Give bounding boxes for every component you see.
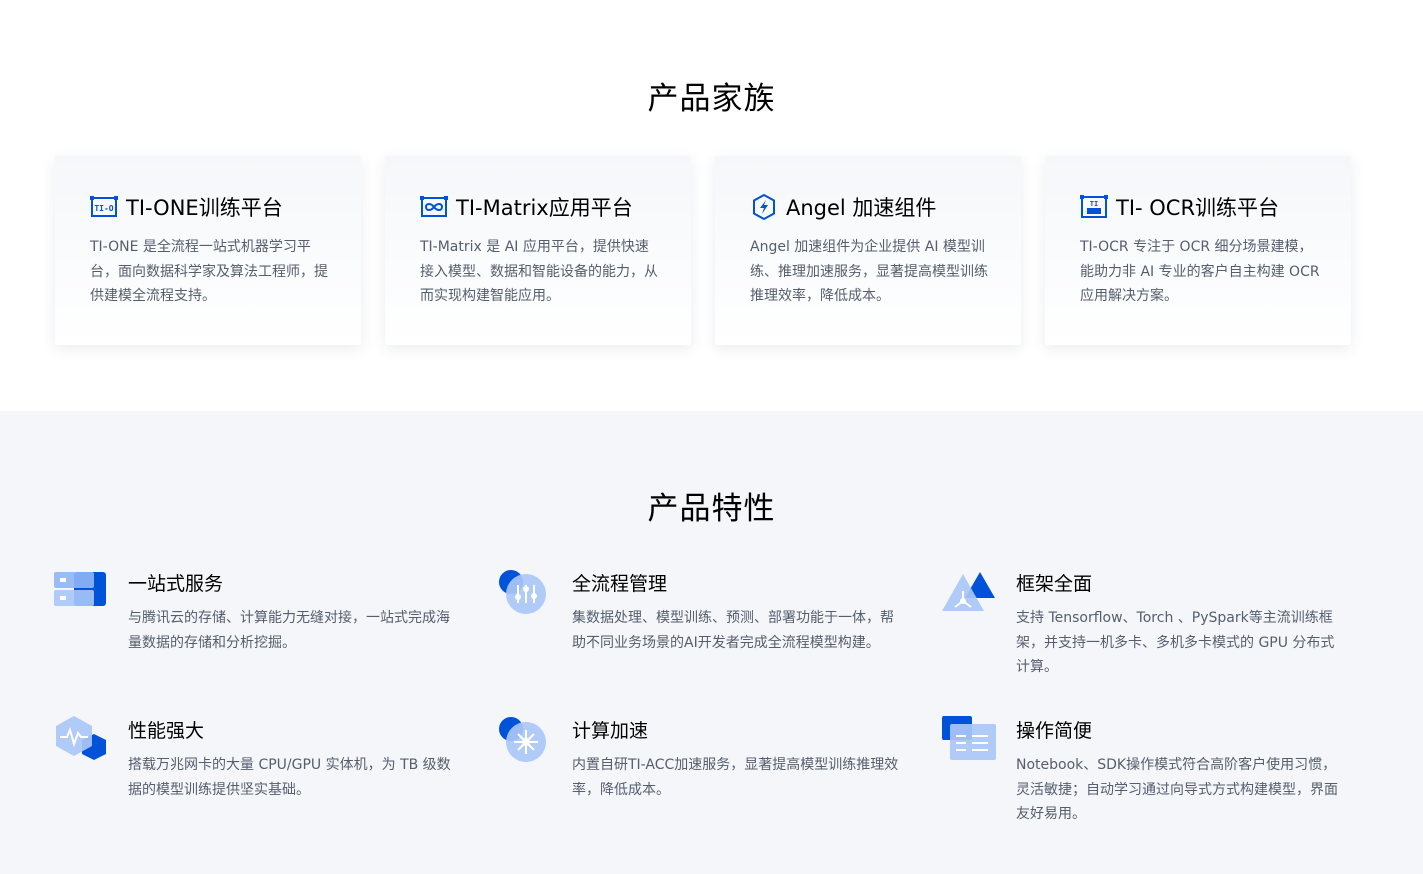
feature-description: 支持 Tensorflow、Torch 、PySpark等主流训练框架，并支持一… (1016, 610, 1335, 675)
feature-title: 操作简便 (1016, 720, 1093, 742)
card-description: TI-Matrix 是 AI 应用平台，提供快速接入模型、数据和智能设备的能力，… (420, 239, 658, 304)
feature-title: 框架全面 (1016, 573, 1093, 595)
ti-ocr-logo-icon: TI (1080, 193, 1108, 221)
card-header: TI TI- OCR训练平台 (1080, 193, 1279, 221)
feature-description: 搭载万兆网卡的大量 CPU/GPU 实体机，为 TB 级数据的模型训练提供坚实基… (128, 757, 451, 798)
card-title: Angel 加速组件 (786, 196, 937, 220)
svg-text:TI: TI (1090, 200, 1098, 208)
feature-description: 集数据处理、模型训练、预测、部署功能于一体，帮助不同业务场景的AI开发者完成全流… (572, 610, 894, 651)
card-description: TI-ONE 是全流程一站式机器学习平台，面向数据科学家及算法工程师，提供建模全… (90, 239, 328, 304)
ti-matrix-logo-icon (420, 193, 448, 221)
ti-one-logo-icon: TI-O (90, 193, 118, 221)
product-card-ti-ocr[interactable]: TI TI- OCR训练平台 TI-OCR 专注于 OCR 细分场景建模，能助力… (1045, 156, 1351, 345)
angel-lightning-shield-icon (750, 193, 778, 221)
product-card-angel[interactable]: Angel 加速组件 Angel 加速组件为企业提供 AI 模型训练、推理加速服… (715, 156, 1021, 345)
performance-icon (54, 716, 110, 766)
one-stop-service-icon (54, 569, 110, 619)
product-family-section: 产品家族 TI-O TI-ONE训练平台 TI-ONE 是全流程一站式机器学习平… (0, 0, 1423, 411)
process-management-icon (498, 569, 554, 619)
card-header: TI-O TI-ONE训练平台 (90, 193, 283, 221)
product-card-ti-matrix[interactable]: TI-Matrix应用平台 TI-Matrix 是 AI 应用平台，提供快速接入… (385, 156, 691, 345)
product-family-title: 产品家族 (647, 81, 776, 117)
product-card-ti-one[interactable]: TI-O TI-ONE训练平台 TI-ONE 是全流程一站式机器学习平台，面向数… (55, 156, 361, 345)
card-header: Angel 加速组件 (750, 193, 936, 221)
framework-icon (942, 569, 998, 619)
easy-operation-icon (942, 716, 998, 766)
feature-title: 计算加速 (572, 720, 649, 742)
feature-title: 全流程管理 (572, 573, 668, 595)
feature-description: Notebook、SDK操作模式符合高阶客户使用习惯，灵活敏捷；自动学习通过向导… (1016, 757, 1338, 822)
compute-acceleration-icon (498, 716, 554, 766)
feature-title: 性能强大 (128, 720, 205, 742)
feature-description: 内置自研TI-ACC加速服务，显著提高模型训练推理效率，降低成本。 (572, 757, 899, 798)
feature-title: 一站式服务 (128, 573, 224, 595)
product-features-title: 产品特性 (647, 491, 776, 527)
card-header: TI-Matrix应用平台 (420, 193, 633, 221)
card-title: TI- OCR训练平台 (1116, 196, 1280, 220)
card-description: Angel 加速组件为企业提供 AI 模型训练、推理加速服务，显著提高模型训练推… (750, 239, 988, 304)
card-title: TI-ONE训练平台 (126, 196, 283, 220)
card-title: TI-Matrix应用平台 (456, 196, 633, 220)
svg-text:TI-O: TI-O (94, 204, 113, 213)
product-features-section: 产品特性 一站式服务 与腾讯云的存储、计算能力无缝对接，一站式完成海量数据的存储… (0, 411, 1423, 874)
feature-description: 与腾讯云的存储、计算能力无缝对接，一站式完成海量数据的存储和分析挖掘。 (128, 610, 450, 651)
card-description: TI-OCR 专注于 OCR 细分场景建模，能助力非 AI 专业的客户自主构建 … (1080, 239, 1320, 304)
